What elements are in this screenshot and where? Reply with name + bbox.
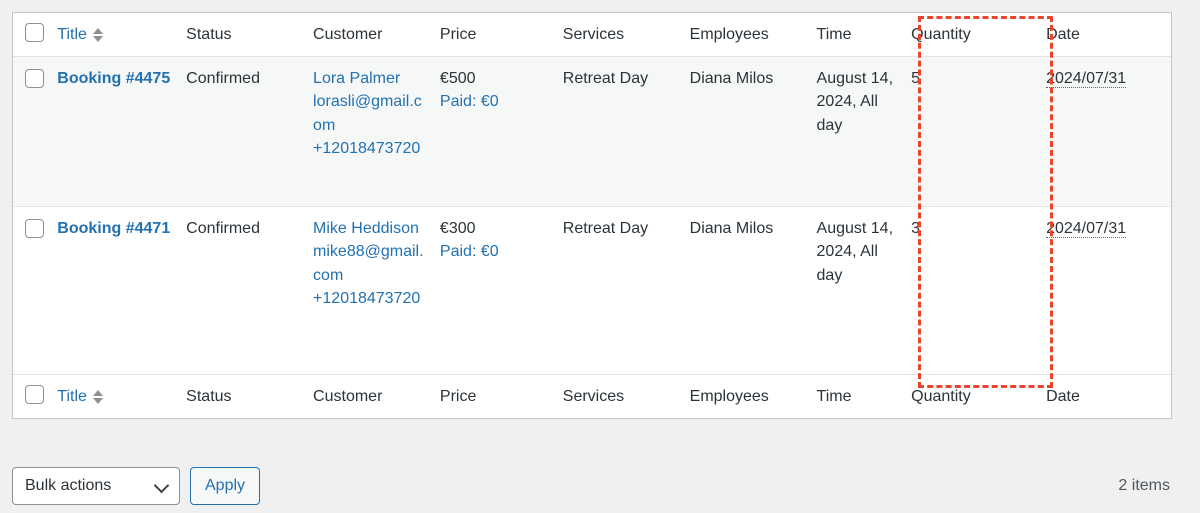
column-footer-services: Services: [562, 388, 625, 406]
row-title-cell: Booking #4471: [57, 207, 186, 375]
row-employees-cell: Diana Milos: [689, 220, 774, 238]
column-footer-time: Time: [816, 388, 852, 406]
column-footer-price: Price: [439, 388, 477, 406]
price-paid-value: Paid: €0: [439, 93, 499, 111]
column-footer-title[interactable]: Title: [57, 375, 186, 419]
price-value: €300: [439, 220, 476, 238]
customer-phone-link[interactable]: +12018473720: [313, 287, 430, 310]
row-price-cell: €500 Paid: €0: [440, 57, 563, 207]
chevron-up-icon: [92, 27, 103, 34]
bulk-actions-selected-value: Bulk actions: [25, 477, 112, 494]
column-footer-date: Date: [1046, 388, 1080, 406]
row-customer-cell: Mike Heddison mike88@gmail.com +12018473…: [313, 207, 440, 375]
customer-email-link[interactable]: lorasli@gmail.com: [313, 90, 430, 136]
sort-title-link-footer[interactable]: Title: [57, 385, 103, 408]
table-foot: Title Status Customer Price Services Emp…: [13, 374, 1171, 419]
table-navigation-bottom: Bulk actions Apply 2 items: [12, 466, 1172, 506]
row-checkbox[interactable]: [25, 69, 44, 89]
bookings-table-container: Title Status Customer Price Services Emp…: [12, 12, 1172, 420]
table-footer-row: Title Status Customer Price Services Emp…: [13, 374, 1171, 419]
table-row: Booking #4475 Confirmed Lora Palmer lora…: [13, 56, 1171, 207]
row-services-cell: Retreat Day: [562, 70, 649, 88]
row-select-cell: [13, 57, 57, 207]
row-status-cell: Confirmed: [186, 70, 260, 88]
select-all-footer-header: [13, 375, 57, 419]
items-count-label: 2 items: [1118, 477, 1170, 494]
date-value: 2024/07/31: [1046, 220, 1127, 239]
column-header-status: Status: [186, 26, 232, 43]
chevron-up-icon: [92, 389, 103, 396]
sort-arrows-icon: [92, 27, 103, 42]
chevron-down-icon: [92, 35, 103, 42]
price-paid-value: Paid: €0: [439, 243, 499, 261]
chevron-down-icon: [153, 477, 170, 494]
column-header-customer: Customer: [313, 26, 383, 43]
apply-button[interactable]: Apply: [190, 467, 261, 505]
bulk-actions-select[interactable]: Bulk actions: [12, 467, 180, 505]
column-header-quantity: Quantity: [911, 26, 971, 43]
bulk-actions-group: Bulk actions Apply: [12, 467, 261, 505]
column-footer-quantity: Quantity: [911, 388, 971, 406]
sort-arrows-icon: [92, 389, 103, 404]
row-select-cell: [13, 207, 57, 375]
row-employees-cell: Diana Milos: [689, 70, 774, 88]
column-header-title-label: Title: [57, 26, 87, 43]
column-header-employees: Employees: [689, 26, 769, 43]
row-time-cell: August 14, 2024, All day: [816, 70, 894, 134]
price-value: €500: [439, 70, 476, 88]
chevron-down-icon: [92, 397, 103, 404]
table-row: Booking #4471 Confirmed Mike Heddison mi…: [13, 207, 1171, 375]
bookings-table: Title Status Customer Price Services Emp…: [13, 13, 1171, 419]
select-all-header: [13, 13, 57, 57]
table-body: Booking #4475 Confirmed Lora Palmer lora…: [13, 56, 1171, 375]
column-footer-employees: Employees: [689, 388, 769, 406]
row-services-cell: Retreat Day: [562, 220, 649, 238]
row-title-cell: Booking #4475: [57, 57, 186, 207]
row-quantity-cell: 3: [911, 220, 921, 238]
column-header-time: Time: [816, 26, 852, 43]
table-head: Title Status Customer Price Services Emp…: [13, 13, 1171, 57]
row-price-cell: €300 Paid: €0: [440, 207, 563, 375]
row-quantity-cell: 5: [911, 70, 921, 88]
table-header-row: Title Status Customer Price Services Emp…: [13, 13, 1171, 57]
column-header-price: Price: [439, 26, 477, 43]
date-value: 2024/07/31: [1046, 70, 1127, 89]
column-footer-status: Status: [186, 388, 232, 406]
row-customer-cell: Lora Palmer lorasli@gmail.com +120184737…: [313, 57, 440, 207]
customer-name-link[interactable]: Lora Palmer: [313, 67, 430, 90]
column-header-date: Date: [1046, 26, 1080, 43]
select-all-checkbox-footer[interactable]: [25, 385, 44, 405]
row-time-cell: August 14, 2024, All day: [816, 220, 894, 284]
row-status-cell: Confirmed: [186, 220, 260, 238]
column-footer-title-label: Title: [57, 388, 87, 406]
row-date-cell: 2024/07/31: [1046, 207, 1171, 375]
booking-link[interactable]: Booking #4471: [57, 220, 170, 237]
bookings-list-page: Title Status Customer Price Services Emp…: [0, 0, 1200, 513]
row-date-cell: 2024/07/31: [1046, 57, 1171, 207]
select-all-checkbox[interactable]: [25, 23, 44, 42]
row-checkbox[interactable]: [25, 219, 44, 239]
column-header-services: Services: [562, 26, 625, 43]
booking-link[interactable]: Booking #4475: [57, 70, 170, 87]
sort-title-link[interactable]: Title: [57, 23, 103, 46]
customer-email-link[interactable]: mike88@gmail.com: [313, 240, 430, 286]
customer-phone-link[interactable]: +12018473720: [313, 137, 430, 160]
column-footer-customer: Customer: [313, 388, 383, 406]
column-header-title[interactable]: Title: [57, 13, 186, 57]
customer-name-link[interactable]: Mike Heddison: [313, 217, 430, 240]
